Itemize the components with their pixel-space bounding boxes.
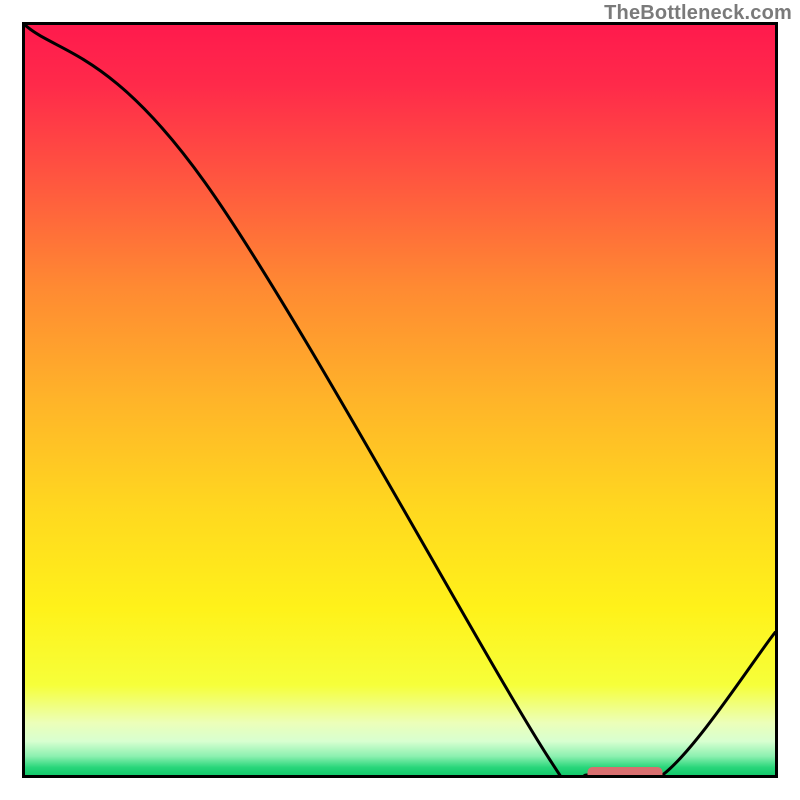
watermark-text: TheBottleneck.com	[604, 2, 792, 25]
chart-area	[22, 22, 778, 778]
gradient-background	[25, 25, 775, 775]
chart-svg	[25, 25, 775, 775]
flat-segment-marker	[588, 767, 663, 775]
